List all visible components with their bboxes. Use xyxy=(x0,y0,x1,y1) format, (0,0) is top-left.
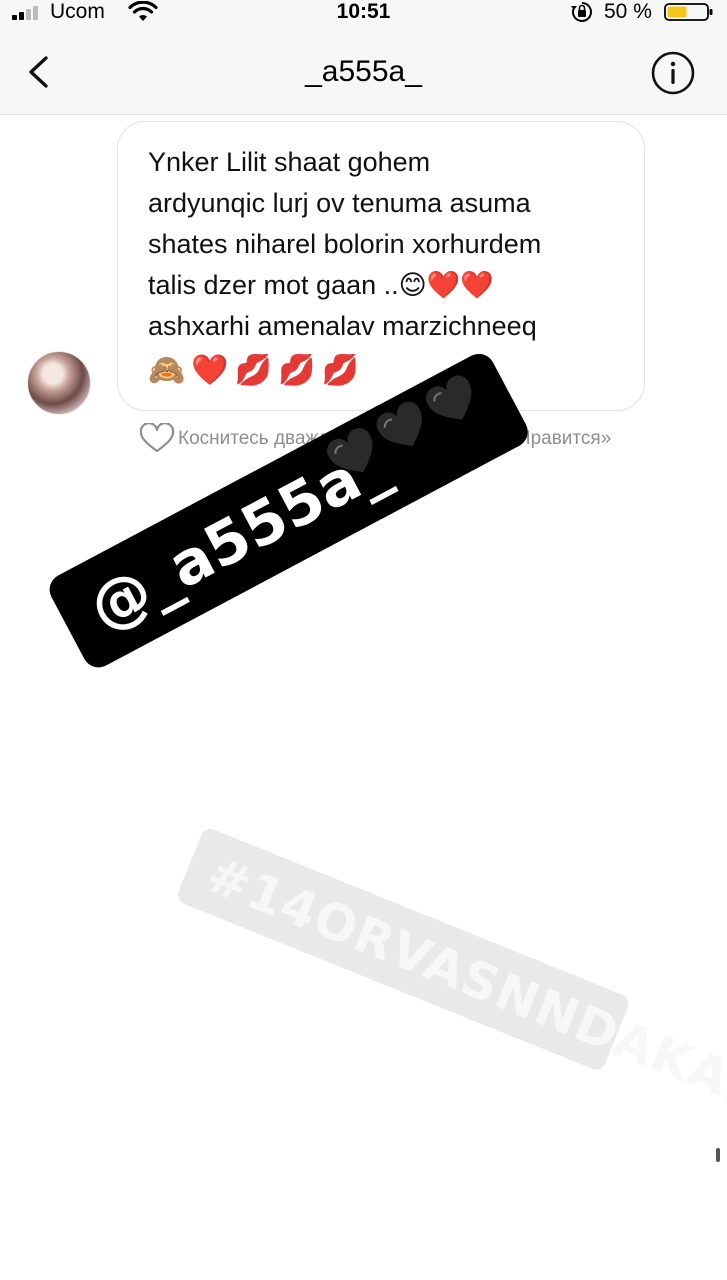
message-emoji-line: 🙈 ❤️ 💋 💋 💋 xyxy=(148,351,620,391)
hashtag-sticker[interactable]: #14ORVASNNDAKARG xyxy=(175,826,727,1139)
chat-header: _a555a_ xyxy=(0,28,727,115)
hashtag-text: #14ORVASNNDAKARG xyxy=(199,845,727,1139)
message-text: Ynker Lilit shaat gohem ardyunqic lurj o… xyxy=(148,147,542,341)
emoji: 💋 xyxy=(321,354,359,387)
emoji: ❤️ xyxy=(191,354,229,387)
battery-icon xyxy=(664,3,713,21)
emoji: 💋 xyxy=(234,354,273,387)
info-icon[interactable] xyxy=(650,50,696,96)
scroll-indicator xyxy=(716,1148,720,1162)
heart-outline-icon[interactable] xyxy=(138,423,176,455)
status-bar: Ucom 10:51 50 % xyxy=(0,0,727,28)
battery-percentage: 50 % xyxy=(604,0,652,23)
orientation-lock-icon xyxy=(571,2,592,22)
emoji: 💋 xyxy=(278,354,316,387)
conversation-title[interactable]: _a555a_ xyxy=(0,54,727,90)
emoji: 🙈 xyxy=(148,354,186,387)
sender-avatar[interactable] xyxy=(27,351,91,415)
message-bubble[interactable]: Ynker Lilit shaat gohem ardyunqic lurj o… xyxy=(117,121,645,411)
